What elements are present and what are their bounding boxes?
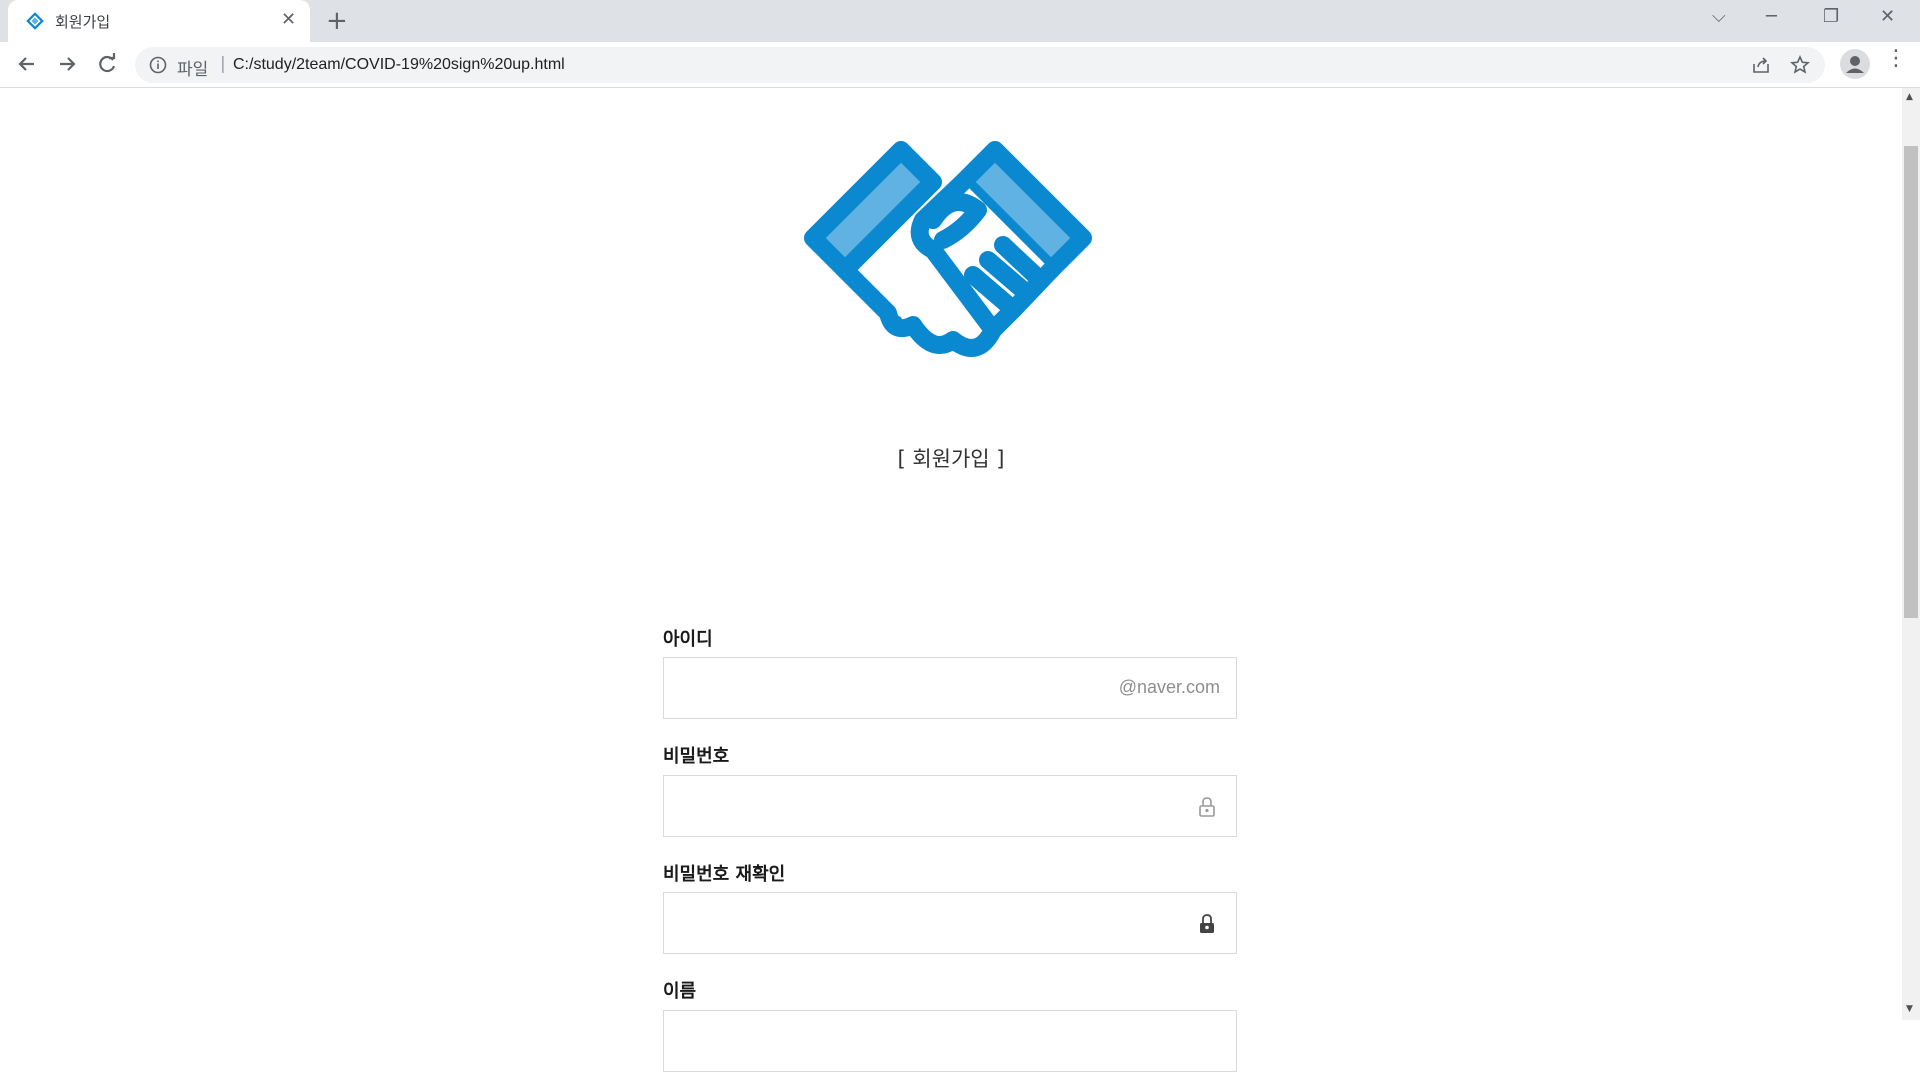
share-icon[interactable] (1751, 55, 1771, 75)
new-tab-button[interactable]: + (326, 6, 348, 36)
field-label-password: 비밀번호 (663, 746, 730, 767)
scroll-down-arrow-icon[interactable]: ▼ (1906, 1004, 1913, 1014)
page-title: [ 회원가입 ] (897, 447, 1005, 471)
close-window-button[interactable]: ✕ (1880, 6, 1895, 27)
profile-avatar[interactable] (1840, 49, 1870, 79)
handshake-logo (804, 141, 1092, 357)
info-icon[interactable] (149, 56, 167, 74)
lock-closed-icon (1200, 914, 1214, 933)
field-label-password-confirm: 비밀번호 재확인 (663, 864, 786, 885)
tab-strip: 회원가입 ✕ + ⌵ ─ ❐ ✕ (0, 0, 1920, 42)
bookmark-star-icon[interactable] (1790, 55, 1810, 75)
id-domain-suffix: @naver.com (1118, 677, 1220, 697)
field-label-id: 아이디 (663, 629, 713, 650)
scheme-label: 파일 (177, 60, 209, 80)
tab-title: 회원가입 (55, 13, 111, 31)
id-input[interactable]: @naver.com (663, 657, 1237, 719)
tab-close-icon[interactable]: ✕ (281, 9, 296, 30)
url-separator: | (220, 54, 226, 74)
url-text[interactable]: C:/study/2team/COVID-19%20sign%20up.html (233, 56, 565, 74)
tab-active[interactable]: 회원가입 ✕ (8, 0, 310, 42)
address-bar[interactable]: 파일 | C:/study/2team/COVID-19%20sign%20up… (135, 47, 1825, 83)
page-scrollbar[interactable]: ▲ ▼ (1902, 88, 1920, 1020)
scroll-thumb[interactable] (1904, 146, 1918, 618)
back-arrow-icon[interactable] (12, 49, 42, 79)
browser-menu-icon[interactable]: ⋮ (1885, 48, 1907, 70)
field-label-name: 이름 (663, 981, 697, 1002)
password-input[interactable] (663, 775, 1237, 837)
restore-button[interactable]: ❐ (1823, 6, 1839, 27)
password-confirm-input[interactable] (663, 892, 1237, 954)
name-input[interactable] (663, 1010, 1237, 1072)
forward-arrow-icon[interactable] (52, 49, 82, 79)
browser-toolbar: 파일 | C:/study/2team/COVID-19%20sign%20up… (0, 42, 1920, 88)
person-icon (1846, 56, 1864, 73)
lock-open-icon (1199, 797, 1215, 817)
scroll-up-arrow-icon[interactable]: ▲ (1906, 92, 1913, 102)
reload-icon[interactable] (92, 49, 122, 79)
tab-search-icon[interactable]: ⌵ (1712, 6, 1726, 27)
handshake-favicon-icon (26, 12, 44, 30)
minimize-button[interactable]: ─ (1766, 6, 1777, 27)
